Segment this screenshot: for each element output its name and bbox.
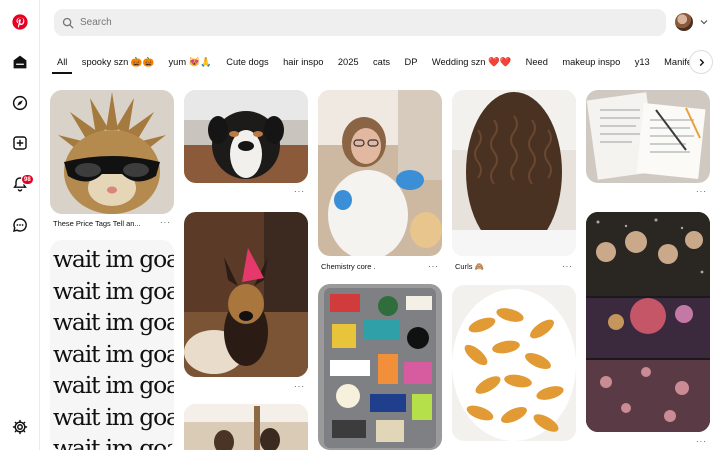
tab-hair-inspo[interactable]: hair inspo bbox=[278, 50, 328, 74]
pinterest-home: 98 All spooky szn 🎃🎃 yum 😻🙏 Cute dogs ha… bbox=[0, 0, 720, 450]
more-options-icon[interactable]: ··· bbox=[294, 187, 305, 196]
pin-dog-party-hat-image[interactable] bbox=[184, 212, 308, 377]
pinterest-logo-icon[interactable] bbox=[10, 12, 30, 32]
settings-gear-icon[interactable] bbox=[10, 417, 30, 437]
explore-compass-icon[interactable] bbox=[10, 93, 30, 113]
tab-need[interactable]: Need bbox=[521, 50, 553, 74]
chevron-right-icon bbox=[699, 58, 704, 66]
notification-count-badge: 98 bbox=[21, 174, 34, 185]
tab-spooky-szn[interactable]: spooky szn 🎃🎃 bbox=[77, 50, 159, 74]
tab-makeup-inspo[interactable]: makeup inspo bbox=[557, 50, 625, 74]
search-input[interactable] bbox=[80, 17, 640, 28]
tabs-next-button[interactable] bbox=[690, 51, 712, 73]
pin-study-notes-image[interactable] bbox=[586, 90, 710, 183]
more-options-icon[interactable]: ··· bbox=[294, 382, 305, 391]
more-options-icon[interactable]: ··· bbox=[160, 218, 171, 227]
more-options-icon[interactable]: ··· bbox=[696, 187, 707, 196]
messages-icon[interactable] bbox=[10, 215, 30, 235]
pin-caption: These Price Tags Tell an... bbox=[53, 219, 141, 228]
tab-yum[interactable]: yum 😻🙏 bbox=[164, 50, 217, 74]
sidebar-nav: 98 bbox=[0, 0, 40, 450]
pin-text-line: wait im goated.. bbox=[53, 308, 174, 336]
tab-cats[interactable]: cats bbox=[368, 50, 395, 74]
tab-dp[interactable]: DP bbox=[400, 50, 423, 74]
pin-text-line: wait im goated.. bbox=[53, 371, 174, 399]
more-options-icon[interactable]: ··· bbox=[696, 437, 707, 446]
pin-stickered-laptop-image[interactable] bbox=[318, 284, 442, 450]
search-icon bbox=[62, 17, 74, 28]
pin-text-line: wait im goated.. bbox=[53, 339, 174, 368]
pin-party-collage-image[interactable] bbox=[586, 212, 710, 432]
pin-family-room-image[interactable] bbox=[184, 404, 308, 450]
tab-y13[interactable]: y13 bbox=[630, 50, 655, 74]
pin-wait-im-goated-image[interactable]: wait im goated.. wait im goated.. wait i… bbox=[50, 240, 174, 450]
pin-text-line: wait im goated.. bbox=[53, 402, 174, 431]
home-icon[interactable] bbox=[10, 52, 30, 72]
pin-curly-hair-image[interactable] bbox=[452, 90, 576, 256]
tab-cute-dogs[interactable]: Cute dogs bbox=[221, 50, 273, 74]
tab-all[interactable]: All bbox=[52, 50, 73, 74]
account-chevron-down-icon[interactable] bbox=[699, 17, 709, 27]
pin-chemistry-core-image[interactable] bbox=[318, 90, 442, 256]
tab-wedding-szn[interactable]: Wedding szn ❤️❤️ bbox=[427, 50, 516, 74]
pin-text-line: wait im goated.. bbox=[53, 276, 174, 305]
avatar[interactable] bbox=[675, 13, 693, 31]
pin-pasta-image[interactable] bbox=[452, 285, 576, 441]
pin-caption: Chemistry core . bbox=[321, 262, 376, 271]
pin-dog-in-snow-image[interactable] bbox=[184, 90, 308, 183]
more-options-icon[interactable]: ··· bbox=[562, 262, 573, 271]
search-bar[interactable] bbox=[54, 9, 666, 36]
create-plus-icon[interactable] bbox=[10, 133, 30, 153]
pin-caption: Curls 🙈 bbox=[455, 262, 484, 271]
pin-cat-sunglasses-image[interactable] bbox=[50, 90, 174, 214]
pin-text-line: wait im goated.. bbox=[53, 434, 174, 450]
pin-text-line: wait im goated.. bbox=[53, 245, 174, 273]
more-options-icon[interactable]: ··· bbox=[428, 262, 439, 271]
tab-manifest[interactable]: Manifest bbox=[659, 50, 692, 74]
board-tabs: All spooky szn 🎃🎃 yum 😻🙏 Cute dogs hair … bbox=[52, 50, 692, 76]
tab-2025[interactable]: 2025 bbox=[333, 50, 364, 74]
